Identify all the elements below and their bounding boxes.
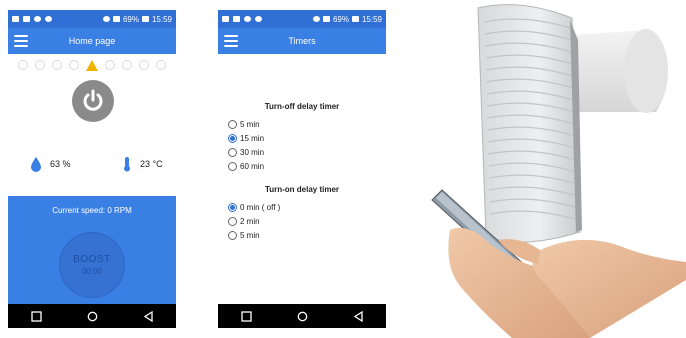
phone-timers: 69% 15:59 Timers Turn-off delay timer 5 … (218, 10, 386, 328)
notification-icon (222, 16, 229, 22)
sensor-status-icon (139, 60, 150, 70)
status-bar: 69% 15:59 (8, 10, 176, 28)
temperature-reading: 23 °C (122, 156, 163, 172)
hamburger-icon[interactable] (224, 35, 238, 47)
humidity-status-icon (122, 60, 133, 70)
filter-status-icon (105, 60, 116, 70)
turn-on-option-label: 2 min (240, 216, 260, 226)
radio-icon[interactable] (228, 161, 237, 171)
circle-icon (87, 311, 97, 321)
alarm-icon (312, 16, 320, 22)
turn-on-option-label: 0 min ( off ) (240, 202, 281, 212)
turn-off-option-label: 60 min (240, 161, 265, 171)
status-bar: 69% 15:59 (218, 10, 386, 28)
notification-icon (12, 16, 19, 22)
turn-off-option[interactable]: 15 min (228, 131, 376, 145)
schedule-status-icon (156, 60, 167, 70)
back-button[interactable] (138, 308, 158, 324)
phone-home: 69% 15:59 Home page 63 % 23 °C Current s… (8, 10, 176, 328)
mode-status-icon (34, 60, 45, 70)
turn-off-option-label: 30 min (240, 147, 265, 157)
home-button[interactable] (82, 308, 102, 324)
battery-percent: 69% (122, 14, 139, 24)
turn-off-option[interactable]: 30 min (228, 145, 376, 159)
location-icon (244, 16, 251, 22)
timers-content: Turn-off delay timer 5 min 15 min 30 min 60… (218, 54, 386, 242)
boost-label: BOOST (73, 254, 111, 265)
turn-on-option[interactable]: 2 min (228, 214, 376, 228)
page-title: Home page (68, 36, 116, 46)
turn-on-title: Turn-on delay timer (264, 185, 340, 194)
nav-bar (218, 304, 386, 328)
speed-panel: Current speed: 0 RPM BOOST 00:00 (8, 196, 176, 304)
boost-time: 00:00 (81, 267, 103, 276)
fan-status-icon (17, 60, 28, 70)
power-button[interactable] (72, 80, 114, 122)
app-bar: Timers (218, 28, 386, 54)
battery-icon (351, 16, 359, 22)
location-icon (34, 16, 41, 22)
power-icon (83, 89, 103, 111)
battery-icon (141, 16, 149, 22)
sim-icon (233, 16, 240, 22)
bug-icon (255, 16, 262, 22)
wifi-icon (322, 16, 330, 22)
square-icon (30, 310, 42, 322)
turn-off-option[interactable]: 60 min (228, 159, 376, 173)
turn-on-option-label: 5 min (240, 230, 260, 240)
radio-icon[interactable] (228, 119, 237, 129)
turn-off-title: Turn-off delay timer (264, 102, 340, 111)
turn-off-options: 5 min 15 min 30 min 60 min (228, 117, 376, 173)
back-triangle-icon (353, 310, 363, 322)
recents-button[interactable] (236, 308, 256, 324)
turn-off-option-label: 5 min (240, 119, 260, 129)
circle-icon (297, 311, 307, 321)
humidity-value: 63 % (50, 159, 71, 169)
sim-icon (23, 16, 30, 22)
app-bar: Home page (8, 28, 176, 54)
turn-on-options: 0 min ( off ) 2 min 5 min (228, 200, 376, 242)
radio-icon[interactable] (228, 147, 237, 157)
speed-status-icon (68, 60, 79, 70)
product-photo (420, 0, 686, 338)
humidity-reading: 63 % (30, 156, 71, 172)
status-icon-row (8, 54, 176, 72)
timer-status-icon (51, 60, 62, 70)
boost-button[interactable]: BOOST 00:00 (59, 232, 125, 298)
square-icon (240, 310, 252, 322)
droplet-icon (31, 157, 41, 172)
turn-on-option[interactable]: 0 min ( off ) (228, 200, 376, 214)
warning-icon (85, 59, 98, 71)
screenshot-canvas: 69% 15:59 Home page 63 % 23 °C Current s… (0, 0, 686, 338)
radio-icon[interactable] (228, 230, 237, 240)
nav-bar (8, 304, 176, 328)
radio-icon[interactable] (228, 216, 237, 226)
home-button[interactable] (292, 308, 312, 324)
thermometer-icon (124, 157, 130, 172)
back-triangle-icon (143, 310, 153, 322)
radio-icon[interactable] (228, 133, 237, 143)
hamburger-icon[interactable] (14, 35, 28, 47)
bug-icon (45, 16, 52, 22)
recents-button[interactable] (26, 308, 46, 324)
current-speed: Current speed: 0 RPM (52, 206, 132, 215)
clock: 15:59 (361, 14, 382, 24)
alarm-icon (102, 16, 110, 22)
turn-off-option-label: 15 min (240, 133, 265, 143)
turn-off-option[interactable]: 5 min (228, 117, 376, 131)
fan-and-hands-illustration (431, 4, 686, 338)
clock: 15:59 (151, 14, 172, 24)
temperature-value: 23 °C (140, 159, 163, 169)
radio-icon[interactable] (228, 202, 237, 212)
battery-percent: 69% (332, 14, 349, 24)
turn-on-option[interactable]: 5 min (228, 228, 376, 242)
page-title: Timers (288, 36, 316, 46)
back-button[interactable] (348, 308, 368, 324)
wifi-icon (112, 16, 120, 22)
